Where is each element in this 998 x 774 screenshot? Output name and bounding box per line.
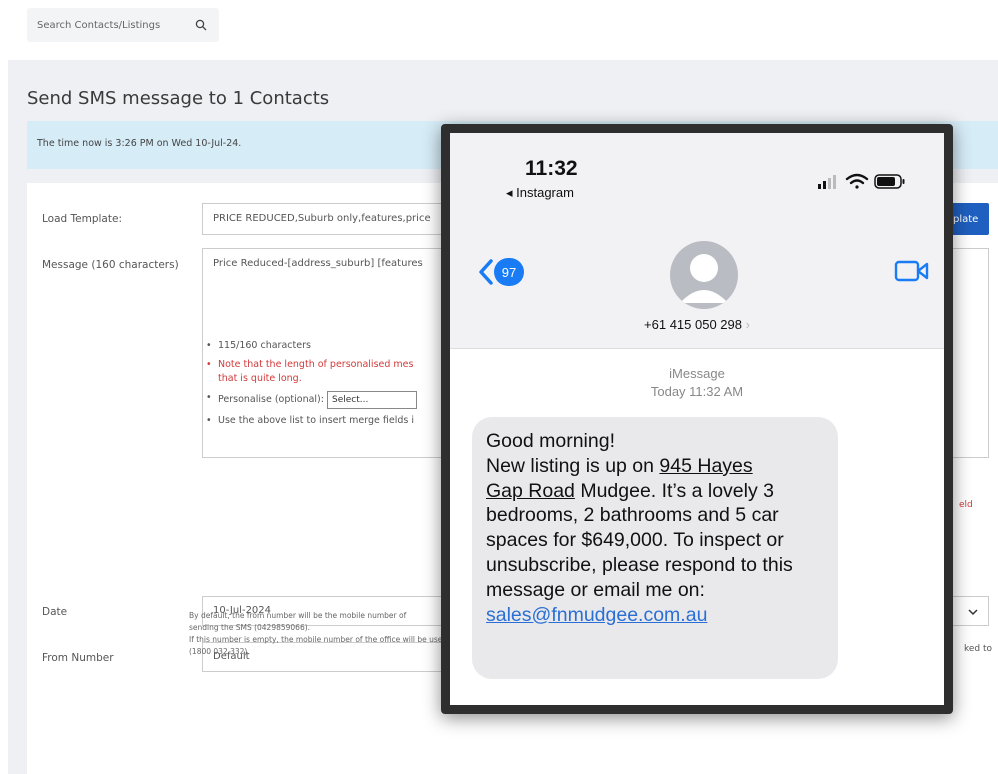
address-link[interactable]: Gap Road — [486, 480, 575, 502]
search-box[interactable] — [27, 8, 219, 42]
search-icon[interactable] — [195, 19, 207, 31]
service-label: iMessage — [669, 366, 725, 381]
person-icon — [680, 254, 728, 303]
message-text: New listing is up on — [486, 454, 660, 477]
signal-icon — [818, 175, 836, 189]
date-label: Date — [42, 606, 68, 618]
phone-screenshot: 11:32 ◂ Instagram 97 +61 415 050 298 › i… — [441, 124, 953, 714]
chevron-down-icon[interactable] — [968, 608, 978, 616]
merge-hint: Use the above list to insert merge field… — [204, 414, 417, 428]
personalise-label: Personalise (optional): — [218, 394, 324, 405]
message-notes: 115/160 characters Note that the length … — [204, 339, 417, 433]
video-call-icon[interactable] — [894, 257, 930, 285]
personalise-row: Personalise (optional): Select... — [204, 391, 417, 409]
load-template-label: Load Template: — [42, 213, 122, 225]
page-title: Send SMS message to 1 Contacts — [27, 88, 330, 109]
load-template-select[interactable]: PRICE REDUCED,Suburb only,features,price — [202, 203, 482, 235]
top-bar — [0, 0, 998, 58]
email-link[interactable]: sales@fnmudgee.com.au — [486, 603, 824, 628]
chevron-right-icon: › — [745, 317, 750, 332]
char-count: 115/160 characters — [204, 339, 417, 353]
chevron-left-icon — [479, 259, 493, 285]
back-button[interactable]: 97 — [478, 255, 538, 289]
unread-badge: 97 — [494, 258, 524, 286]
personalise-warning: Note that the length of personalised mes… — [204, 358, 417, 386]
from-number-label: From Number — [42, 652, 114, 664]
message-greeting: Good morning! — [486, 430, 615, 452]
conversation-meta: iMessage Today 11:32 AM — [450, 365, 944, 401]
address-link[interactable]: 945 Hayes — [659, 455, 752, 477]
message-timestamp: Today 11:32 AM — [650, 384, 744, 399]
from-right-text: ked to — [964, 644, 993, 654]
personalise-select[interactable]: Select... — [326, 391, 417, 409]
personalise-warning-text: Note that the length of personalised mes — [218, 359, 414, 370]
message-label: Message (160 characters) — [42, 259, 179, 271]
warning-tail-text: eld — [959, 500, 973, 510]
status-bar-icons — [818, 173, 905, 189]
time-banner-text: The time now is 3:26 PM on Wed 10-Jul-24… — [37, 138, 242, 149]
contact-number[interactable]: +61 415 050 298 › — [450, 317, 944, 332]
message-bubble[interactable]: Good morning! New listing is up on 945 H… — [472, 417, 838, 679]
wifi-icon — [845, 173, 869, 189]
personalise-warning-cont: that is quite long. — [218, 373, 302, 384]
back-to-app-link[interactable]: ◂ Instagram — [506, 185, 574, 201]
contact-number-text: +61 415 050 298 — [644, 317, 742, 332]
phone-header: 11:32 ◂ Instagram 97 +61 415 050 298 › — [450, 133, 944, 349]
contact-avatar[interactable] — [670, 241, 738, 309]
status-time: 11:32 — [525, 157, 578, 180]
message-body: New listing is up on 945 Hayes Gap Road M… — [486, 454, 824, 603]
battery-icon — [874, 174, 905, 189]
search-input[interactable] — [37, 19, 187, 31]
